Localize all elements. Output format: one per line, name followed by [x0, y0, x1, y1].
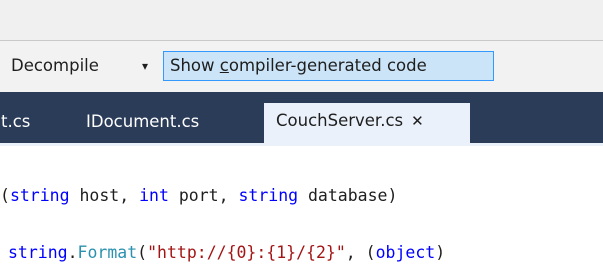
code-token: "http://{0}:{1}/{2}"	[147, 243, 346, 262]
tab-label: t.cs	[1, 112, 31, 131]
document-tab-strip: t.cs IDocument.cs CouchServer.cs ✕	[0, 92, 603, 146]
code-token: (	[137, 243, 148, 262]
code-token: Format	[77, 243, 138, 262]
tab-couchserver-cs[interactable]: CouchServer.cs ✕	[264, 103, 470, 143]
code-line: (string host, int port, string database)	[0, 185, 397, 207]
decompiler-toolbar: Decompile ▾ Show compiler-generated code	[0, 41, 603, 92]
code-token: string	[9, 186, 70, 205]
code-token: , (	[345, 243, 376, 262]
code-line: string.Format("http://{0}:{1}/{2}", (obj…	[8, 242, 445, 264]
code-token: object	[375, 243, 436, 262]
toggle-label-prefix: Show	[170, 56, 220, 75]
toggle-label-mnemonic: c	[219, 56, 229, 75]
code-token: string	[238, 186, 299, 205]
close-icon[interactable]: ✕	[411, 112, 424, 130]
tab-label: CouchServer.cs	[276, 111, 404, 130]
tab-label: IDocument.cs	[86, 112, 200, 131]
show-compiler-generated-code-toggle[interactable]: Show compiler-generated code	[163, 51, 494, 81]
decompile-button[interactable]: Decompile	[11, 53, 99, 79]
code-token: .	[67, 243, 78, 262]
code-token: port,	[168, 186, 239, 205]
tab-idocument-cs[interactable]: IDocument.cs	[86, 104, 199, 140]
code-token: )	[435, 243, 446, 262]
window-top-bar	[0, 0, 603, 41]
code-token: (	[0, 186, 10, 205]
toggle-label-rest: ompiler-generated code	[228, 56, 427, 75]
tab-t-cs[interactable]: t.cs	[1, 104, 30, 140]
code-token: int	[139, 186, 169, 205]
code-token: database)	[298, 186, 398, 205]
chevron-down-icon[interactable]: ▾	[142, 53, 148, 79]
code-token: host,	[69, 186, 140, 205]
code-token: string	[8, 243, 68, 262]
code-editor[interactable]: (string host, int port, string database)…	[0, 146, 603, 276]
